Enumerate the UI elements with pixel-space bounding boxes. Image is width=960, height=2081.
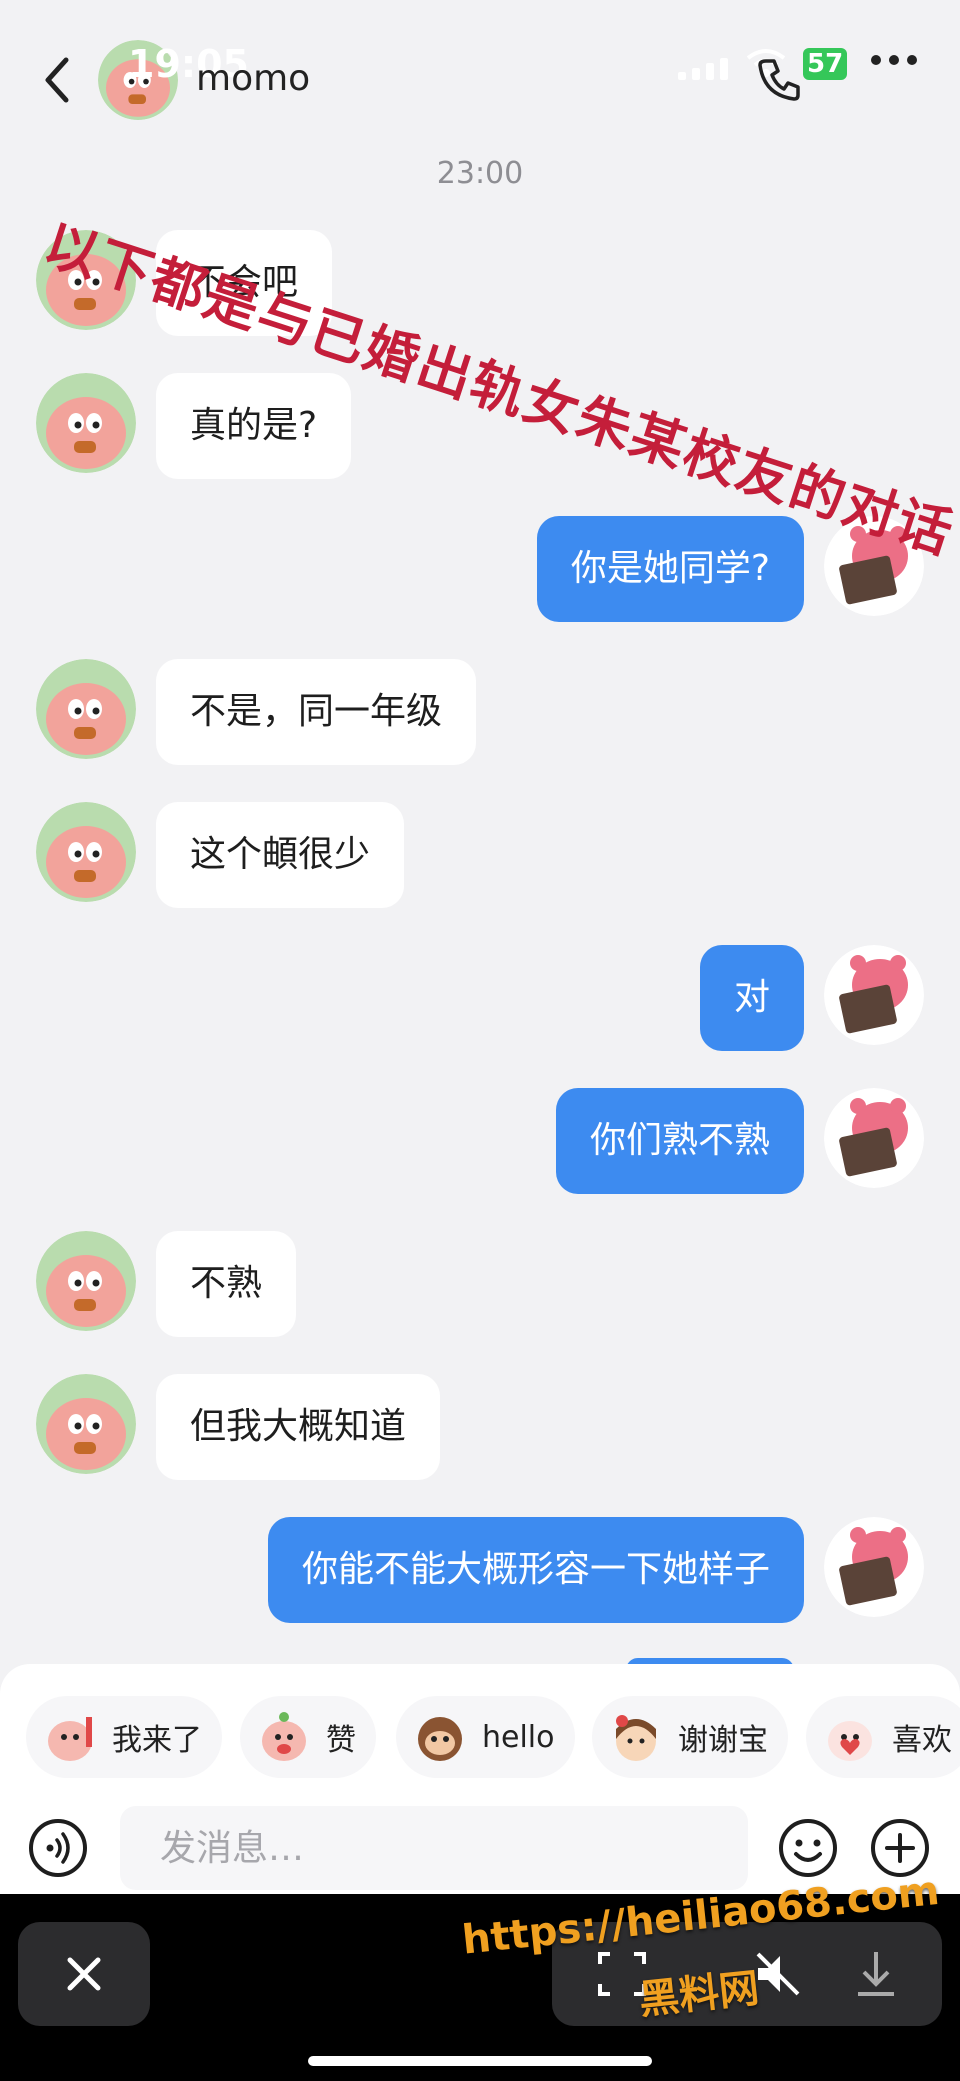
sender-avatar[interactable] — [36, 802, 136, 902]
message-bubble-incoming[interactable]: 不会吧 — [156, 230, 333, 336]
message-row: 不会吧 — [0, 230, 960, 336]
home-indicator[interactable] — [308, 2056, 652, 2066]
flower-girl-sticker-icon — [616, 1715, 656, 1761]
contact-name[interactable]: momo — [196, 58, 310, 99]
more-options-icon[interactable] — [868, 50, 920, 70]
message-input[interactable] — [120, 1806, 748, 1890]
monkey-sticker-icon — [418, 1717, 462, 1761]
message-bubble-outgoing[interactable]: 你是她同学? — [536, 516, 804, 622]
pig-avatar-icon — [36, 802, 136, 902]
pig-avatar-icon — [36, 373, 136, 473]
quick-reply-chip[interactable]: 赞 — [240, 1696, 376, 1778]
quick-reply-chip[interactable]: 我来了 — [26, 1696, 222, 1778]
self-avatar[interactable] — [824, 1088, 924, 1188]
sender-avatar[interactable] — [36, 1374, 136, 1474]
message-row: 不是，同一年级 — [0, 659, 960, 765]
waving-pig-sticker-icon — [48, 1717, 92, 1761]
reading-bear-avatar-icon — [824, 945, 924, 1045]
quick-reply-label: 赞 — [326, 1723, 356, 1758]
message-bubble-incoming[interactable]: 这个頔很少 — [156, 802, 405, 908]
message-bubble-incoming[interactable]: 真的是? — [156, 373, 352, 479]
sender-avatar[interactable] — [36, 1231, 136, 1331]
chat-timestamp: 23:00 — [436, 156, 524, 191]
reading-bear-avatar-icon — [824, 1088, 924, 1188]
self-avatar[interactable] — [824, 516, 924, 616]
message-bubble-incoming[interactable]: 不是，同一年级 — [156, 659, 477, 765]
quick-reply-chip[interactable]: hello — [396, 1696, 575, 1778]
download-icon[interactable] — [850, 1946, 902, 2002]
emoji-icon[interactable] — [778, 1818, 838, 1878]
sender-avatar[interactable] — [36, 659, 136, 759]
sender-avatar[interactable] — [36, 373, 136, 473]
sender-avatar[interactable] — [36, 230, 136, 330]
chat-header: 19:05 momo 57 — [0, 0, 960, 150]
battery-indicator: 57 — [803, 48, 848, 80]
message-bubble-incoming[interactable]: 不熟 — [156, 1231, 297, 1337]
message-row: 你们熟不熟 — [0, 1088, 960, 1194]
phone-call-icon[interactable] — [756, 55, 804, 103]
message-row: 真的是? — [0, 373, 960, 479]
close-icon — [67, 1957, 101, 1991]
message-bubble-outgoing[interactable]: 对 — [699, 945, 804, 1051]
thumbs-up-pig-sticker-icon — [262, 1712, 306, 1761]
message-row: 不熟 — [0, 1231, 960, 1337]
quick-reply-label: hello — [482, 1719, 555, 1755]
pig-avatar-icon — [36, 659, 136, 759]
quick-reply-chip[interactable]: 喜欢 — [806, 1696, 960, 1778]
reading-bear-avatar-icon — [824, 1517, 924, 1617]
quick-reply-label: 喜欢 — [892, 1723, 952, 1758]
composer-panel: 我来了 赞 hello 谢谢宝 喜欢 — [0, 1664, 960, 1894]
pig-avatar-icon — [36, 1374, 136, 1474]
message-row: 你是她同学? — [0, 516, 960, 622]
mute-icon[interactable] — [752, 1948, 804, 2000]
message-bubble-outgoing[interactable]: 你能不能大概形容一下她样子 — [267, 1517, 804, 1623]
pig-avatar-icon — [36, 1231, 136, 1331]
pig-avatar-icon — [36, 230, 136, 330]
back-arrow-icon[interactable] — [38, 52, 78, 108]
heart-pig-sticker-icon — [828, 1721, 872, 1761]
reading-bear-avatar-icon — [824, 516, 924, 616]
self-avatar[interactable] — [824, 1517, 924, 1617]
quick-reply-chip[interactable]: 谢谢宝 — [592, 1696, 788, 1778]
message-row: 你能不能大概形容一下她样子 — [0, 1517, 960, 1623]
quick-reply-row: 我来了 赞 hello 谢谢宝 喜欢 — [0, 1696, 960, 1782]
message-bubble-outgoing[interactable]: 你们熟不熟 — [555, 1088, 804, 1194]
voice-input-icon[interactable] — [28, 1818, 88, 1878]
cellular-signal-icon — [678, 58, 728, 80]
message-bubble-incoming[interactable]: 但我大概知道 — [156, 1374, 441, 1480]
message-row: 这个頔很少 — [0, 802, 960, 908]
message-row: 但我大概知道 — [0, 1374, 960, 1480]
self-avatar[interactable] — [824, 945, 924, 1045]
close-button[interactable] — [18, 1922, 150, 2026]
message-row: 对 — [0, 945, 960, 1051]
quick-reply-label: 我来了 — [112, 1723, 202, 1758]
quick-reply-label: 谢谢宝 — [678, 1723, 768, 1758]
